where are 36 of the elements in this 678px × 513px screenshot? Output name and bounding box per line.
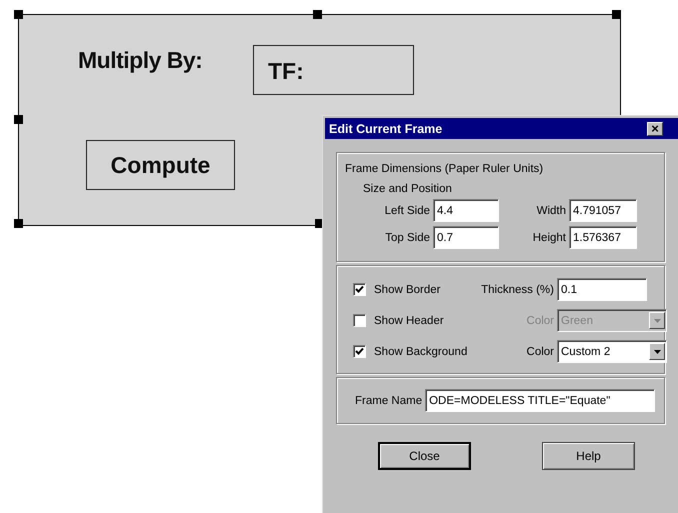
- field-label: Left Side: [384, 204, 431, 216]
- control-label: Thickness (%): [480, 284, 555, 296]
- control-label: Color: [526, 346, 555, 358]
- close-button[interactable]: ×: [647, 122, 663, 136]
- number-field[interactable]: 0.7: [433, 226, 499, 249]
- check-icon: [355, 285, 364, 294]
- multiply-label: Multiply By:: [78, 47, 202, 74]
- field-label: Width: [536, 204, 567, 216]
- group-title: Frame Dimensions (Paper Ruler Units): [345, 163, 544, 175]
- control-label: Color: [526, 314, 555, 326]
- checkbox-option[interactable]: Show Background: [345, 345, 477, 358]
- resize-handle[interactable]: [14, 10, 23, 19]
- help-button[interactable]: Help: [542, 442, 635, 470]
- resize-handle[interactable]: [14, 219, 23, 228]
- field-label: Top Side: [384, 232, 431, 244]
- thickness-field[interactable]: 0.1: [557, 278, 647, 301]
- resize-handle[interactable]: [14, 115, 23, 124]
- window-title: Edit Current Frame: [329, 122, 442, 136]
- dropdown-arrow-icon: [654, 350, 660, 354]
- frame-name-field[interactable]: ODE=MODELESS TITLE="Equate": [425, 389, 656, 412]
- dropdown-arrow-icon: [654, 318, 660, 322]
- number-field[interactable]: 4.791057: [569, 199, 637, 222]
- check-icon: [355, 347, 364, 356]
- color-dropdown[interactable]: Custom 2: [557, 340, 667, 363]
- close-dialog-button[interactable]: Close: [378, 442, 471, 470]
- number-field[interactable]: 4.4: [433, 199, 499, 222]
- compute-button[interactable]: Compute: [86, 140, 235, 190]
- tf-field[interactable]: TF:: [253, 45, 414, 95]
- resize-handle[interactable]: [612, 10, 621, 19]
- checkbox-option[interactable]: Show Border: [345, 283, 477, 296]
- field-label: Height: [532, 232, 567, 244]
- number-field[interactable]: 1.576367: [569, 226, 637, 249]
- field-label: Frame Name: [355, 394, 424, 406]
- section-label: Size and Position: [362, 183, 452, 195]
- resize-handle[interactable]: [313, 10, 322, 19]
- checkbox-option[interactable]: Show Header: [345, 314, 477, 327]
